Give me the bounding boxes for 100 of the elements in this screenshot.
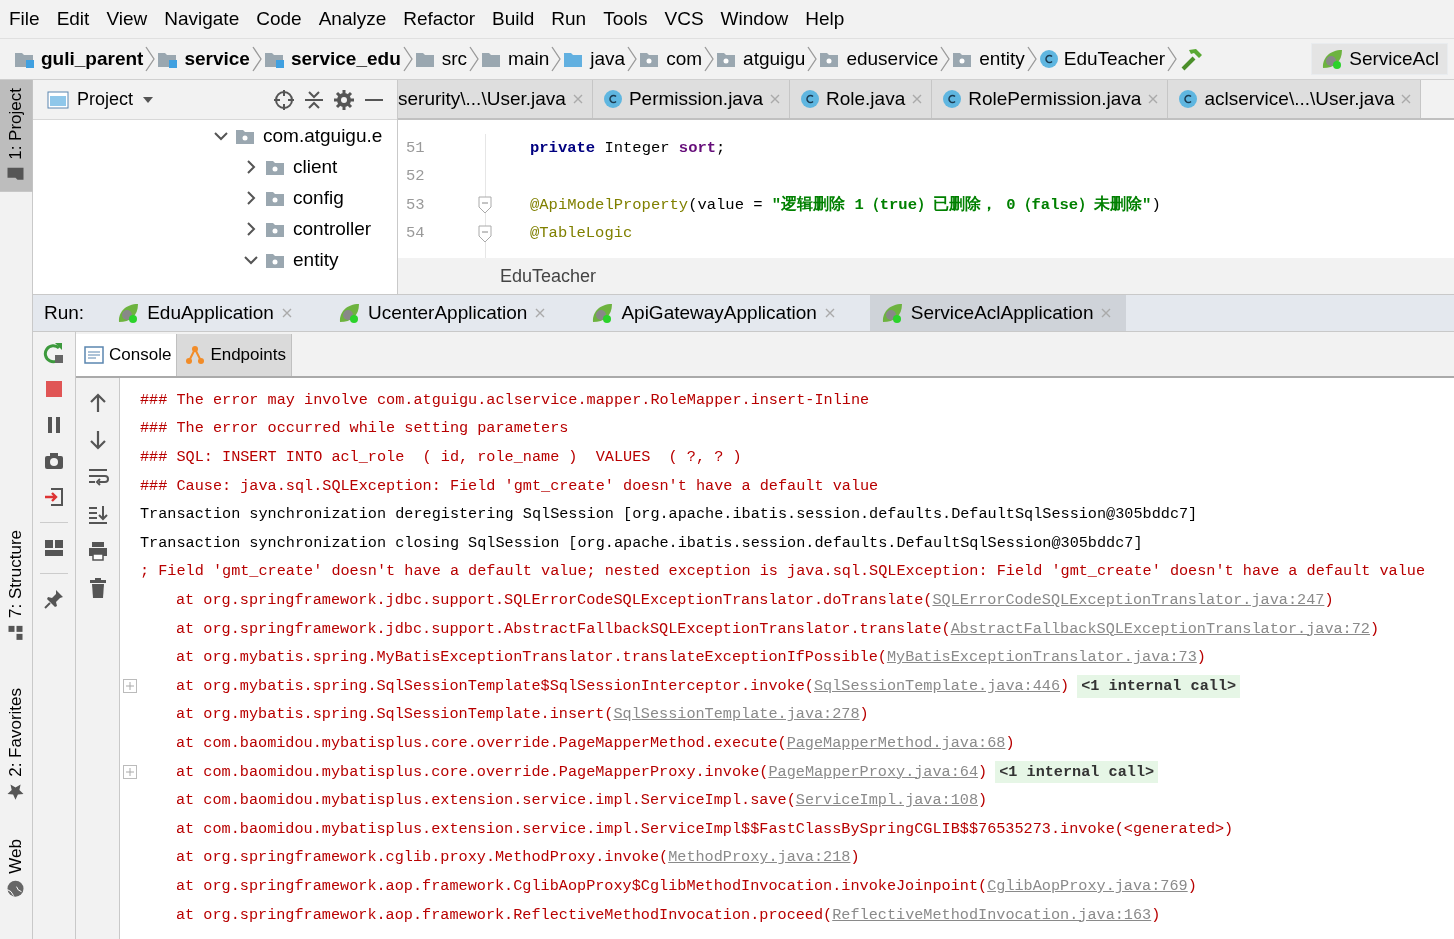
breadcrumb-item[interactable]: atguigu (716, 44, 806, 74)
folded-calls-label[interactable]: <1 internal call> (995, 760, 1159, 784)
source-link[interactable]: PageMapperProxy.java:64 (768, 762, 979, 781)
source-link[interactable]: SqlSessionTemplate.java:446 (814, 676, 1061, 695)
folded-calls-label[interactable]: <1 internal call> (1077, 674, 1241, 698)
menu-item[interactable]: Code (256, 4, 302, 34)
source-link[interactable]: MethodProxy.java:218 (668, 848, 851, 867)
tree-item[interactable]: entity (243, 244, 397, 275)
console-line: ### SQL: INSERT INTO acl_role ( id, role_name ) VALUES ( ?, ? ) (140, 447, 742, 469)
run-config-selector[interactable]: ServiceAcl (1311, 43, 1448, 75)
breadcrumb-item[interactable]: java (563, 44, 626, 74)
source-link[interactable]: SqlSessionTemplate.java:278 (613, 705, 860, 724)
dropdown-icon[interactable] (141, 94, 156, 105)
settings-icon[interactable] (333, 88, 355, 111)
editor-tab[interactable]: RolePermission.java (932, 80, 1169, 118)
code-line: @ApiModelProperty(value = "逻辑删除 1（true）已删除， 0（false）未删除") (530, 194, 1161, 216)
editor-tab[interactable]: serurity\...\User.java (398, 80, 593, 118)
source-link[interactable]: AbstractFallbackSQLExceptionTranslator.java:72 (950, 619, 1370, 638)
spring-app-icon (116, 302, 141, 324)
breadcrumb-item[interactable]: main (481, 44, 550, 74)
layout-icon[interactable] (43, 537, 65, 559)
breadcrumb-item[interactable]: com (639, 44, 703, 74)
breadcrumb-item[interactable]: entity (952, 44, 1025, 74)
console-line: at com.baomidou.mybatisplus.extension.service.impl.ServiceImpl$$FastClassBySpringCGLIB$$76535273.invoke(<generated>) (176, 818, 1234, 840)
console-line: Transaction synchronization closing SqlSession [org.apache.ibatis.session.defaults.DefaultSqlSession@305bddc7] (140, 532, 1143, 554)
menu-item[interactable]: Build (492, 4, 535, 34)
run-tab[interactable]: EduApplication (106, 295, 307, 331)
console-line: at com.baomidou.mybatisplus.core.override.PageMapperProxy.invoke(PageMapperProxy.java:64) (176, 761, 988, 783)
menu-item[interactable]: VCS (664, 4, 704, 34)
console-line: at org.mybatis.spring.MyBatisExceptionTranslator.translateExceptionIfPossible(MyBatisExceptionTranslator.java:73) (176, 647, 1206, 669)
menu-item[interactable]: Edit (56, 4, 90, 34)
source-link[interactable]: CglibAopProxy.java:769 (987, 877, 1188, 895)
locate-icon[interactable] (273, 88, 295, 111)
spring-app-icon (1320, 48, 1345, 70)
endpoints-icon (185, 345, 206, 365)
tree-item[interactable]: controller (243, 213, 397, 244)
console-line: at org.springframework.jdbc.support.SQLErrorCodeSQLExceptionTranslator.doTranslate(SQLErrorCodeSQLExceptionTranslator.java:247) (176, 590, 1334, 612)
menu-item[interactable]: Refactor (403, 4, 476, 34)
breadcrumb-item[interactable]: service_edu (263, 44, 401, 74)
source-link[interactable]: PageMapperMethod.java:68 (786, 734, 1006, 752)
panel-icon (47, 89, 69, 110)
tool-window-tab[interactable]: 7: Structure (0, 521, 33, 650)
spring-app-icon (590, 302, 615, 324)
console-line: at org.springframework.aop.framework.ReflectiveMethodInvocation.proceed(ReflectiveMethodInvocation.java:163) (176, 904, 1161, 926)
menu-item[interactable]: Run (551, 4, 587, 34)
menu-item[interactable]: Analyze (318, 4, 387, 34)
menu-item[interactable]: View (106, 4, 148, 34)
menu-item[interactable]: Tools (603, 4, 648, 34)
soft-wrap-icon[interactable] (86, 466, 109, 488)
console-line: ; Field 'gmt_create' doesn't have a default value; nested exception is java.sql.SQLException: Field 'gmt_create' doesn't have a default value (140, 561, 1426, 583)
structure-icon (7, 623, 25, 642)
menu-item[interactable]: Navigate (164, 4, 240, 34)
tool-window-tab[interactable]: 2: Favorites (0, 679, 33, 809)
console-line: at com.baomidou.mybatisplus.core.override.PageMapperMethod.execute(PageMapperMethod.java:68) (176, 733, 1015, 754)
panel-title: Run: (44, 300, 85, 325)
editor-tab[interactable]: Permission.java (592, 80, 790, 118)
favorites-icon (7, 782, 25, 801)
menu-item[interactable]: Help (805, 4, 845, 34)
tree-item[interactable]: com.atguigu.e (213, 120, 397, 151)
breadcrumb-item[interactable]: eduservice (819, 44, 939, 74)
rerun-icon[interactable] (43, 342, 65, 364)
print-icon[interactable] (86, 540, 109, 562)
console-line: ### The error may involve com.atguigu.aclservice.mapper.RoleMapper.insert-Inline (140, 389, 870, 411)
run-tab[interactable]: ApiGatewayApplication (580, 295, 850, 331)
collapse-icon[interactable] (303, 88, 325, 111)
breadcrumb-item[interactable]: service (157, 44, 250, 74)
tree-item[interactable]: client (243, 151, 397, 182)
console-line: ### The error occurred while setting parameters (140, 418, 569, 440)
menu-item[interactable]: File (9, 4, 40, 34)
menu-item[interactable]: Window (720, 4, 789, 34)
camera-icon[interactable] (43, 450, 65, 472)
run-tab[interactable]: ServiceAclApplication (869, 295, 1127, 331)
tree-item[interactable]: config (243, 182, 397, 213)
source-link[interactable]: SQLErrorCodeSQLExceptionTranslator.java:247 (932, 591, 1325, 610)
breadcrumb-item[interactable]: EduTeacher (1038, 44, 1166, 74)
console-icon (84, 345, 104, 365)
web-icon (7, 879, 25, 898)
console-tab[interactable]: Console (76, 334, 178, 376)
scroll-to-end-icon[interactable] (86, 503, 109, 525)
console-line: Transaction synchronization deregistering SqlSession [org.apache.ibatis.session.defaults.DefaultSqlSession@305bddc7] (140, 504, 1198, 526)
breadcrumb-item[interactable]: guli_parent (14, 44, 144, 74)
stop-icon[interactable] (43, 378, 65, 400)
tool-window-tab[interactable]: Web (0, 830, 33, 906)
console-line: at org.springframework.cglib.proxy.MethodProxy.invoke(MethodProxy.java:218) (176, 847, 860, 869)
breadcrumb-item[interactable]: EduTeacher (500, 262, 597, 290)
panel-title: Project (77, 88, 134, 111)
source-link[interactable]: ReflectiveMethodInvocation.java:163 (832, 905, 1152, 924)
run-tab[interactable]: UcenterApplication (326, 295, 561, 331)
breadcrumb-item[interactable]: src (414, 44, 468, 74)
line-number: 54 (406, 223, 425, 245)
tool-window-tab[interactable]: 1: Project (0, 80, 33, 192)
line-number: 53 (406, 194, 425, 216)
editor-tab[interactable]: Role.java (790, 80, 933, 118)
source-link[interactable]: ServiceImpl.java:108 (795, 791, 979, 810)
code-line: @TableLogic (530, 223, 633, 245)
editor-tab[interactable]: aclservice\...\User.java (1168, 80, 1422, 118)
console-tab[interactable]: Endpoints (177, 334, 292, 376)
sign-in-icon[interactable] (43, 486, 65, 508)
pin-icon[interactable] (43, 588, 65, 610)
code-line: private Integer sort; (530, 137, 726, 159)
